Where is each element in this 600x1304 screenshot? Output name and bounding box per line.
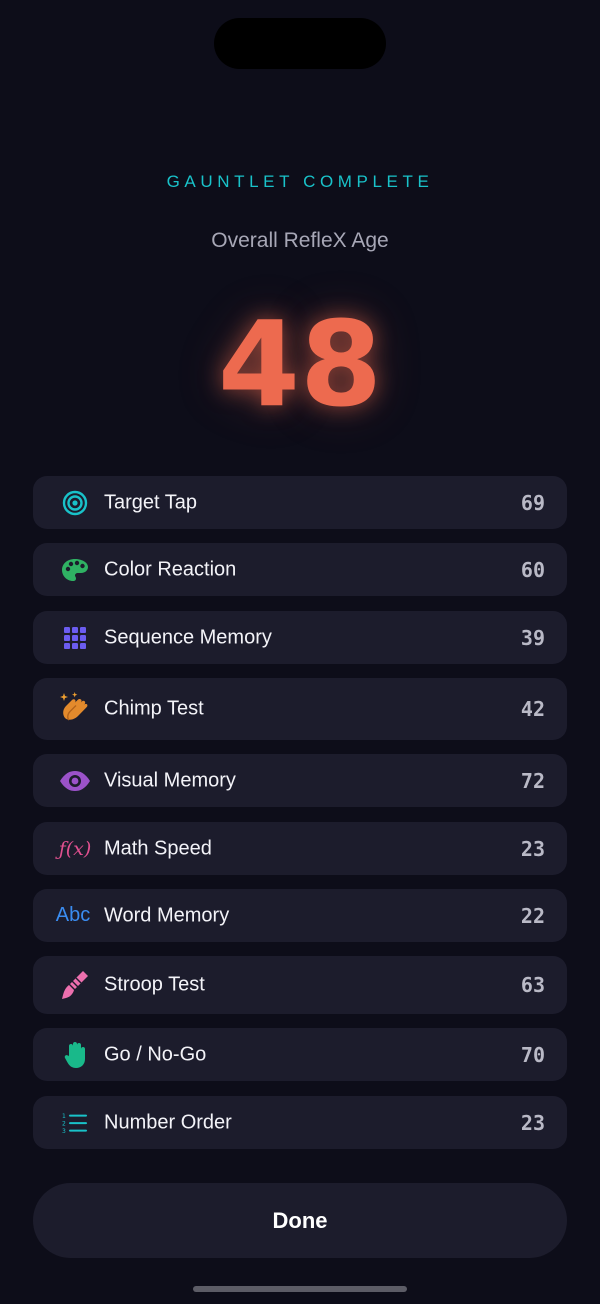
test-name: Visual Memory	[104, 769, 236, 791]
svg-text:1: 1	[62, 1113, 66, 1120]
eye-icon	[55, 766, 95, 796]
target-icon	[55, 488, 95, 518]
test-row-word-memory: Abc Word Memory 22	[33, 889, 567, 942]
test-name: Sequence Memory	[104, 626, 272, 648]
test-score: 69	[520, 490, 545, 515]
test-row-number-order: 1 2 3 Number Order 23	[33, 1096, 567, 1149]
grid-icon	[55, 623, 95, 653]
completion-heading: GAUNTLET COMPLETE	[166, 172, 434, 191]
done-button[interactable]: Done	[33, 1183, 567, 1258]
test-row-math-speed: ƒ(x) Math Speed 23	[33, 822, 567, 875]
test-row-go-no-go: Go / No-Go 70	[33, 1028, 567, 1081]
test-score: 60	[520, 557, 545, 582]
test-name: Target Tap	[104, 491, 198, 513]
svg-text:3: 3	[62, 1128, 66, 1134]
test-score: 72	[520, 768, 545, 793]
test-row-sequence-memory: Sequence Memory 39	[33, 611, 567, 664]
overall-age-label: Overall RefleX Age	[211, 229, 389, 252]
text-abc-icon: Abc	[53, 901, 93, 931]
test-score: 22	[520, 903, 545, 928]
test-score: 70	[520, 1042, 545, 1067]
overall-age-value: 48	[217, 295, 383, 433]
test-name: Color Reaction	[104, 558, 237, 580]
test-name: Number Order	[104, 1111, 232, 1133]
test-score: 39	[520, 625, 545, 650]
test-row-color-reaction: Color Reaction 60	[33, 543, 567, 596]
test-row-chimp-test: Chimp Test 42	[33, 678, 567, 740]
svg-text:2: 2	[62, 1120, 66, 1127]
raised-hand-icon	[55, 1040, 95, 1070]
function-icon-text: ƒ(x)	[58, 837, 92, 860]
numbered-list-icon: 1 2 3	[55, 1108, 95, 1138]
test-row-visual-memory: Visual Memory 72	[33, 754, 567, 807]
test-score: 23	[520, 1110, 545, 1135]
function-icon: ƒ(x)	[55, 834, 95, 864]
test-name: Go / No-Go	[104, 1043, 207, 1065]
test-score: 63	[520, 973, 545, 997]
test-row-stroop-test: Stroop Test 63	[33, 956, 567, 1014]
test-name: Math Speed	[104, 837, 212, 859]
test-name: Word Memory	[104, 904, 230, 926]
palette-icon	[55, 555, 95, 585]
test-row-target-tap: Target Tap 69	[33, 476, 567, 529]
dynamic-island	[214, 18, 386, 69]
clapping-hands-icon	[55, 692, 95, 724]
test-name: Chimp Test	[104, 697, 204, 720]
home-indicator[interactable]	[193, 1286, 407, 1292]
paintbrush-icon	[55, 970, 95, 1000]
text-abc-icon-text: Abc	[55, 904, 91, 926]
test-name: Stroop Test	[104, 973, 205, 996]
test-score: 23	[520, 836, 545, 861]
test-score: 42	[520, 697, 545, 721]
